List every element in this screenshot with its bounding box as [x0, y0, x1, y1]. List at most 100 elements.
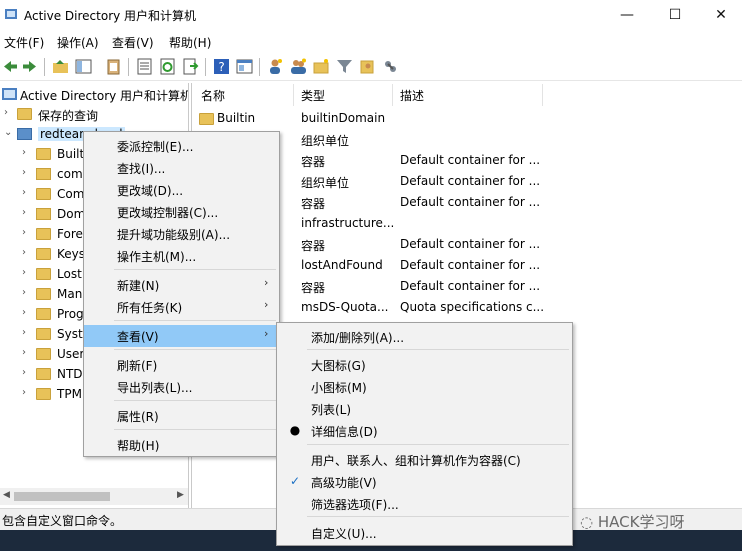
new-ou-icon[interactable]	[313, 58, 330, 75]
title-bar: Active Directory 用户和计算机 — ☐ ✕	[0, 0, 742, 30]
column-header-type[interactable]: 类型	[301, 87, 325, 104]
back-icon[interactable]	[2, 58, 19, 75]
add-to-group-icon[interactable]	[359, 58, 376, 75]
list-row[interactable]: Builtin builtinDomain	[192, 109, 742, 130]
menu-item-label: 导出列表(L)...	[117, 381, 193, 395]
submenu-item-filter-options[interactable]: 筛选器选项(F)...	[277, 493, 572, 515]
console-tree-icon[interactable]	[75, 58, 92, 75]
context-menu: 委派控制(E)... 查找(I)... 更改域(D)... 更改域控制器(C)... 提…	[83, 131, 280, 457]
menu-item-label: 提升域功能级别(A)...	[117, 228, 231, 242]
menu-item-properties[interactable]: 属性(R)	[84, 405, 279, 427]
console-icon[interactable]	[236, 58, 253, 75]
tree-horizontal-scrollbar[interactable]: ◀ ▶	[0, 488, 188, 505]
menu-item-change-domain[interactable]: 更改域(D)...	[84, 179, 279, 201]
forward-icon[interactable]	[21, 58, 38, 75]
submenu-item-small-icons[interactable]: 小图标(M)	[277, 376, 572, 398]
scroll-right-icon[interactable]: ▶	[177, 490, 184, 500]
menu-item-all-tasks[interactable]: 所有任务(K) ›	[84, 296, 279, 318]
cell-type: 组织单位	[301, 176, 350, 190]
tree-item-label: User	[57, 347, 85, 361]
menu-item-label: 委派控制(E)...	[117, 140, 194, 154]
column-header-description[interactable]: 描述	[400, 87, 424, 104]
menu-item-label: 属性(R)	[117, 410, 159, 424]
menu-item-change-dc[interactable]: 更改域控制器(C)...	[84, 201, 279, 223]
expand-icon[interactable]: ›	[22, 167, 32, 178]
folder-icon	[36, 168, 51, 180]
menu-item-delegate-control[interactable]: 委派控制(E)...	[84, 135, 279, 157]
scrollbar-thumb[interactable]	[14, 492, 110, 501]
expand-icon[interactable]: ›	[22, 367, 32, 378]
maximize-button[interactable]: ☐	[652, 0, 698, 30]
properties-icon[interactable]	[136, 58, 153, 75]
menu-item-refresh[interactable]: 刷新(F)	[84, 354, 279, 376]
expand-icon[interactable]: ›	[22, 247, 32, 258]
submenu-item-customize[interactable]: 自定义(U)...	[277, 522, 572, 544]
menu-view[interactable]: 查看(V)	[112, 34, 154, 51]
new-user-icon[interactable]	[267, 58, 284, 75]
tree-saved-queries-label: 保存的查询	[38, 109, 99, 123]
folder-icon	[36, 268, 51, 280]
export-icon[interactable]	[182, 58, 199, 75]
delegate-icon[interactable]	[382, 58, 399, 75]
folder-icon	[36, 368, 51, 380]
expand-icon[interactable]: ›	[22, 387, 32, 398]
scroll-left-icon[interactable]: ◀	[3, 490, 10, 500]
new-group-icon[interactable]	[290, 58, 307, 75]
menu-separator	[307, 516, 569, 517]
submenu-item-advanced-features[interactable]: ✓ 高级功能(V)	[277, 471, 572, 493]
submenu-item-label: 大图标(G)	[311, 359, 366, 373]
cell-type: builtinDomain	[301, 111, 386, 125]
expand-icon[interactable]: ›	[22, 267, 32, 278]
submenu-item-label: 添加/删除列(A)...	[311, 331, 405, 345]
menu-separator	[307, 444, 569, 445]
refresh-icon[interactable]	[159, 58, 176, 75]
folder-icon	[199, 113, 214, 125]
close-button[interactable]: ✕	[698, 0, 742, 30]
expand-icon[interactable]: ›	[22, 227, 32, 238]
cell-type: msDS-Quota...	[301, 300, 389, 314]
expand-icon[interactable]: ›	[22, 347, 32, 358]
submenu-arrow-icon: ›	[264, 298, 269, 311]
expand-icon[interactable]: ›	[4, 107, 14, 118]
menu-separator	[114, 349, 276, 350]
menu-item-raise-level[interactable]: 提升域功能级别(A)...	[84, 223, 279, 245]
expand-icon[interactable]: ›	[22, 287, 32, 298]
menu-item-new[interactable]: 新建(N) ›	[84, 274, 279, 296]
filter-icon[interactable]	[336, 58, 353, 75]
cell-type: lostAndFound	[301, 258, 383, 272]
tree-item-label: Dom	[57, 207, 86, 221]
up-folder-icon[interactable]	[52, 58, 69, 75]
cell-type: 容器	[301, 281, 326, 295]
expand-icon[interactable]: ›	[22, 147, 32, 158]
clipboard-icon[interactable]	[105, 58, 122, 75]
menu-item-operations-masters[interactable]: 操作主机(M)...	[84, 245, 279, 267]
folder-icon	[36, 308, 51, 320]
expand-icon[interactable]: ›	[22, 207, 32, 218]
minimize-button[interactable]: —	[604, 0, 650, 30]
menu-item-export-list[interactable]: 导出列表(L)...	[84, 376, 279, 398]
menu-item-label: 帮助(H)	[117, 439, 160, 453]
expand-icon[interactable]: ›	[22, 187, 32, 198]
menu-help[interactable]: 帮助(H)	[169, 34, 211, 51]
column-header-name[interactable]: 名称	[201, 87, 225, 104]
menu-file[interactable]: 文件(F)	[4, 34, 44, 51]
submenu-item-list[interactable]: 列表(L)	[277, 398, 572, 420]
toolbar: ?	[0, 53, 742, 81]
menu-item-help[interactable]: 帮助(H)	[84, 434, 279, 456]
submenu-item-users-as-containers[interactable]: 用户、联系人、组和计算机作为容器(C)	[277, 449, 572, 471]
tree-item-label: Prog	[57, 307, 84, 321]
expand-icon[interactable]: ›	[22, 307, 32, 318]
menu-item-find[interactable]: 查找(I)...	[84, 157, 279, 179]
cell-desc: Default container for ...	[400, 279, 541, 293]
submenu-item-details[interactable]: ● 详细信息(D)	[277, 420, 572, 442]
submenu-item-label: 自定义(U)...	[311, 527, 377, 541]
menu-item-view[interactable]: 查看(V) ›	[84, 325, 279, 347]
submenu-item-add-remove-columns[interactable]: 添加/删除列(A)...	[277, 326, 572, 348]
help-icon[interactable]: ?	[213, 58, 230, 75]
collapse-icon[interactable]: ⌄	[4, 127, 14, 138]
expand-icon[interactable]: ›	[22, 327, 32, 338]
tree-item-label: NTD	[57, 367, 83, 381]
tree-item-label: Fore	[57, 227, 83, 241]
menu-action[interactable]: 操作(A)	[57, 34, 99, 51]
submenu-item-large-icons[interactable]: 大图标(G)	[277, 354, 572, 376]
